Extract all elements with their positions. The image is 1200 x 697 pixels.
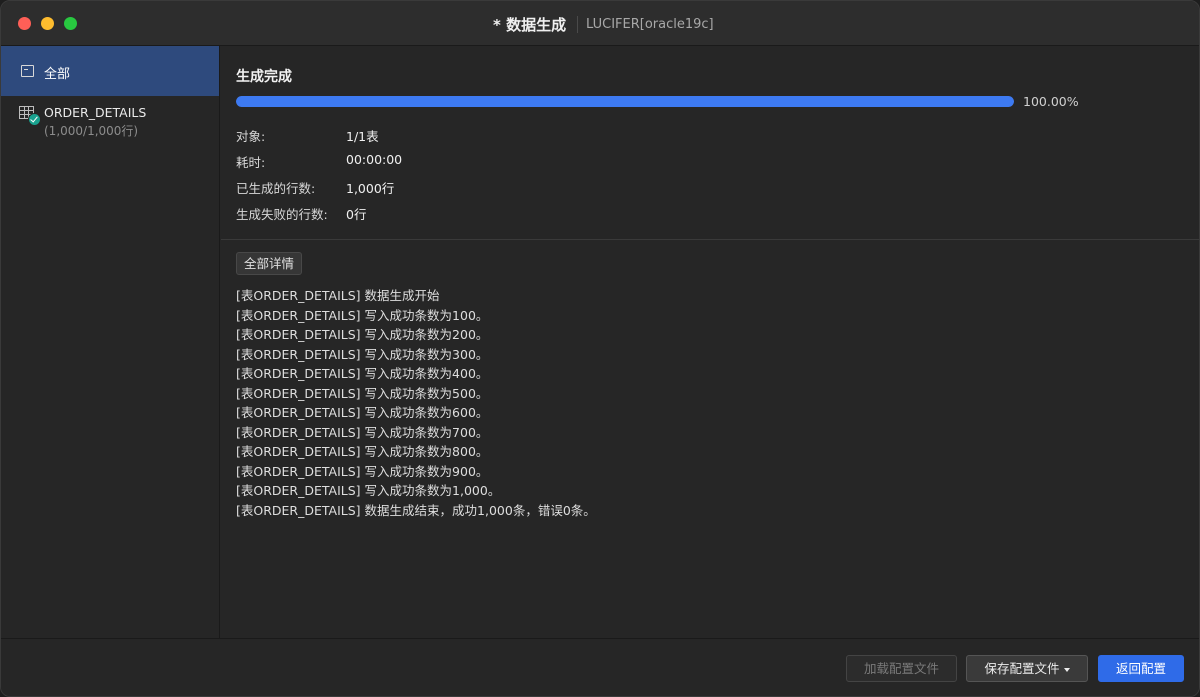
stat-label-generated-rows: 已生成的行数: [236,181,316,196]
stat-value-objects: 1/1表 [346,129,379,144]
log-line: [表ORDER_DETAILS] 写入成功条数为900。 [236,463,489,479]
log-line: [表ORDER_DETAILS] 写入成功条数为500。 [236,385,489,401]
stat-value-elapsed: 00:00:00 [346,152,403,167]
data-generation-window: * 数据生成 LUCIFER[oracle19c] 全部 ORDER_DETAI… [0,0,1200,697]
log-line: [表ORDER_DETAILS] 数据生成开始 [236,288,440,303]
minimize-window-button[interactable] [41,17,54,30]
sidebar-item-order-details[interactable]: ORDER_DETAILS (1,000/1,000行) [1,96,219,146]
log-output: [表ORDER_DETAILS] 数据生成开始 [表ORDER_DETAILS] … [236,286,596,520]
terminal-icon [21,65,34,77]
all-details-button[interactable]: 全部详情 [236,252,303,275]
log-line: [表ORDER_DETAILS] 写入成功条数为1,000。 [236,483,501,498]
success-check-icon [28,113,41,126]
back-to-config-button[interactable]: 返回配置 [1098,655,1184,682]
stat-value-generated-rows: 1,000行 [346,181,395,196]
maximize-window-button[interactable] [64,17,77,30]
close-window-button[interactable] [18,17,31,30]
stat-value-failed-rows: 0行 [346,207,367,222]
log-line: [表ORDER_DETAILS] 写入成功条数为600。 [236,405,489,420]
title-separator [577,16,578,33]
section-divider [221,239,1199,240]
sidebar-table-count: (1,000/1,000行) [44,124,139,138]
progress-bar-fill [236,96,1014,107]
sidebar: 全部 ORDER_DETAILS (1,000/1,000行) [1,46,220,638]
save-config-button[interactable]: 保存配置文件 [966,655,1088,682]
load-config-button[interactable]: 加载配置文件 [846,655,957,682]
stat-label-elapsed: 耗时: [236,155,266,170]
connection-subtitle: LUCIFER[oracle19c] [586,17,714,32]
status-title: 生成完成 [236,69,292,85]
log-line: [表ORDER_DETAILS] 写入成功条数为200。 [236,327,489,342]
log-line: [表ORDER_DETAILS] 写入成功条数为100。 [236,307,489,323]
main-panel: 生成完成 100.00% 对象: 1/1表 耗时: 00:00:00 已生成的行… [221,46,1199,638]
stat-label-objects: 对象: [236,129,266,144]
progress-bar [236,96,1014,107]
title-bar: * 数据生成 LUCIFER[oracle19c] [1,1,1199,46]
log-line: [表ORDER_DETAILS] 数据生成结束，成功1,000条，错误0条。 [236,502,596,518]
sidebar-table-name: ORDER_DETAILS [44,105,147,120]
log-line: [表ORDER_DETAILS] 写入成功条数为800。 [236,444,489,459]
footer-bar: 加载配置文件 保存配置文件 返回配置 [1,638,1199,696]
log-line: [表ORDER_DETAILS] 写入成功条数为400。 [236,366,489,381]
progress-percent: 100.00% [1023,94,1079,109]
sidebar-item-all[interactable]: 全部 [1,46,219,96]
chevron-down-icon [1063,667,1070,672]
sidebar-item-all-label: 全部 [44,67,71,82]
log-line: [表ORDER_DETAILS] 写入成功条数为700。 [236,424,489,440]
log-line: [表ORDER_DETAILS] 写入成功条数为300。 [236,346,489,362]
window-title: * 数据生成 [493,16,567,34]
save-config-label: 保存配置文件 [984,661,1060,676]
stat-label-failed-rows: 生成失败的行数: [236,207,328,222]
